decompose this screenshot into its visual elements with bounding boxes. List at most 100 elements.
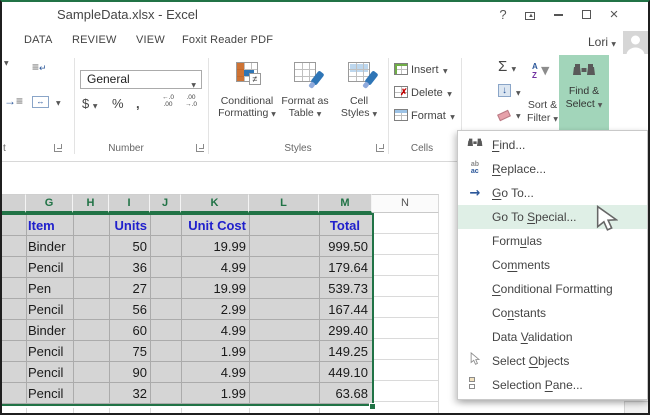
maximize-button[interactable] — [574, 6, 598, 24]
percent-style-button[interactable]: % — [112, 96, 124, 111]
minimize-button[interactable] — [546, 6, 570, 24]
styles-dialog-launcher[interactable] — [376, 144, 384, 152]
autosum-button[interactable]: Σ ▼ — [498, 58, 516, 75]
column-header-k[interactable]: K — [181, 194, 249, 213]
cell-item[interactable]: Pencil — [28, 257, 72, 278]
cell-units[interactable]: 36 — [109, 257, 147, 278]
menu-item-go-to-special[interactable]: Go To Special... — [458, 205, 647, 229]
clear-button[interactable] — [497, 110, 511, 121]
format-as-table-button[interactable]: Format as Table ▼ — [276, 56, 334, 140]
menu-item-constants[interactable]: Constants — [458, 301, 647, 325]
fill-button[interactable]: ↓ — [498, 84, 511, 97]
cell-item[interactable]: Pencil — [28, 341, 72, 362]
cell-total[interactable]: 63.68 — [312, 383, 368, 404]
cell-total[interactable]: 539.73 — [312, 278, 368, 299]
comma-style-button[interactable]: , — [136, 96, 140, 111]
column-header-j[interactable]: J — [150, 194, 181, 213]
menu-item-go-to[interactable]: → Go To... — [458, 181, 647, 205]
increase-decimal-button[interactable]: ←.0.00 — [157, 94, 179, 108]
cell-unit-cost[interactable]: 1.99 — [182, 341, 246, 362]
column-header-h[interactable]: H — [73, 194, 109, 213]
cell-total[interactable]: 149.25 — [312, 341, 368, 362]
ribbon-display-options-button[interactable]: ▲ — [518, 6, 542, 24]
table-header-total[interactable]: Total — [312, 215, 360, 236]
cell-units[interactable]: 32 — [109, 383, 147, 404]
cell-unit-cost[interactable]: 1.99 — [182, 383, 246, 404]
tab-view[interactable]: VIEW — [136, 34, 165, 46]
menu-item-data-validation[interactable]: Data Validation — [458, 325, 647, 349]
conditional-formatting-button[interactable]: ≠ Conditional Formatting ▼ — [218, 56, 276, 140]
cell-units[interactable]: 50 — [109, 236, 147, 257]
title-bar: SampleData.xlsx - Excel ? ▲ × — [2, 2, 648, 28]
menu-item-select-objects[interactable]: Select Objects — [458, 349, 647, 373]
format-cells-button[interactable]: Format ▼ — [394, 106, 464, 128]
increase-indent-icon[interactable]: →≡ — [4, 94, 23, 108]
alignment-dialog-launcher[interactable] — [54, 144, 62, 152]
fill-handle[interactable] — [369, 403, 376, 410]
selected-range[interactable]: Item Units Unit Cost Total Binder 50 19.… — [2, 213, 374, 406]
column-header-i[interactable]: I — [109, 194, 150, 213]
menu-item-replace[interactable]: abac Replace... — [458, 157, 647, 181]
empty-cells-column-n[interactable] — [374, 213, 439, 415]
table-header-units[interactable]: Units — [109, 215, 147, 236]
cell-total[interactable]: 999.50 — [312, 236, 368, 257]
table-header-item[interactable]: Item — [28, 215, 72, 236]
chevron-down-icon: ▼ — [511, 66, 516, 73]
cell-item[interactable]: Pencil — [28, 299, 72, 320]
cell-unit-cost[interactable]: 4.99 — [182, 320, 246, 341]
menu-item-conditional-formatting[interactable]: Conditional Formatting — [458, 277, 647, 301]
close-button[interactable]: × — [602, 6, 626, 24]
cell-unit-cost[interactable]: 4.99 — [182, 257, 246, 278]
table-header-unit-cost[interactable]: Unit Cost — [182, 215, 246, 236]
number-group-label: Number — [91, 143, 161, 154]
cell-units[interactable]: 56 — [109, 299, 147, 320]
number-format-combobox[interactable]: General ▼ — [80, 70, 202, 89]
cell-item[interactable]: Pen — [28, 278, 72, 299]
cell-units[interactable]: 27 — [109, 278, 147, 299]
number-dialog-launcher[interactable] — [196, 144, 204, 152]
cell-units[interactable]: 75 — [109, 341, 147, 362]
column-header-g[interactable]: G — [26, 194, 73, 213]
menu-item-comments[interactable]: Comments — [458, 253, 647, 277]
wrap-text-icon[interactable]: ≡↵ — [32, 60, 47, 74]
avatar[interactable] — [623, 31, 648, 55]
decrease-decimal-button[interactable]: .00→.0 — [180, 94, 202, 108]
tab-data[interactable]: DATA — [24, 34, 53, 46]
cell-unit-cost[interactable]: 19.99 — [182, 278, 246, 299]
cell-styles-button[interactable]: Cell Styles ▼ — [330, 56, 388, 140]
column-header-m[interactable]: M — [319, 194, 372, 213]
column-header-l[interactable]: L — [249, 194, 319, 213]
sort-az-icon: A — [532, 63, 538, 71]
cell-unit-cost[interactable]: 4.99 — [182, 362, 246, 383]
menu-item-formulas[interactable]: Formulas — [458, 229, 647, 253]
help-button[interactable]: ? — [491, 6, 515, 24]
binoculars-icon — [458, 136, 492, 154]
column-header-n[interactable]: N — [372, 194, 439, 213]
scrollbar-corner[interactable] — [624, 401, 650, 414]
insert-cells-button[interactable]: Insert ▼ — [394, 60, 464, 82]
alignment-group-label-partial: t — [3, 143, 6, 154]
cell-units[interactable]: 60 — [109, 320, 147, 341]
cell-item[interactable]: Pencil — [28, 362, 72, 383]
cell-item[interactable]: Binder — [28, 320, 72, 341]
cell-total[interactable]: 167.44 — [312, 299, 368, 320]
menu-item-find[interactable]: Find... — [458, 133, 647, 157]
cell-unit-cost[interactable]: 2.99 — [182, 299, 246, 320]
cell-total[interactable]: 449.10 — [312, 362, 368, 383]
cell-total[interactable]: 179.64 — [312, 257, 368, 278]
user-account-button[interactable]: Lori ▼ — [588, 35, 616, 49]
format-as-table-icon — [294, 62, 316, 82]
merge-center-icon[interactable]: ↔ — [32, 96, 49, 108]
tab-foxit-reader-pdf[interactable]: Foxit Reader PDF — [182, 34, 273, 46]
cell-item[interactable]: Pencil — [28, 383, 72, 404]
accounting-format-button[interactable]: $ ▼ — [82, 96, 97, 111]
menu-item-selection-pane[interactable]: Selection Pane... — [458, 373, 647, 397]
delete-cells-button[interactable]: ✗Delete ▼ — [394, 83, 464, 105]
group-separator — [388, 58, 389, 154]
cell-total[interactable]: 299.40 — [312, 320, 368, 341]
cell-unit-cost[interactable]: 19.99 — [182, 236, 246, 257]
cell-item[interactable]: Binder — [28, 236, 72, 257]
cell-units[interactable]: 90 — [109, 362, 147, 383]
column-header-partial[interactable] — [2, 194, 26, 213]
tab-review[interactable]: REVIEW — [72, 34, 117, 46]
